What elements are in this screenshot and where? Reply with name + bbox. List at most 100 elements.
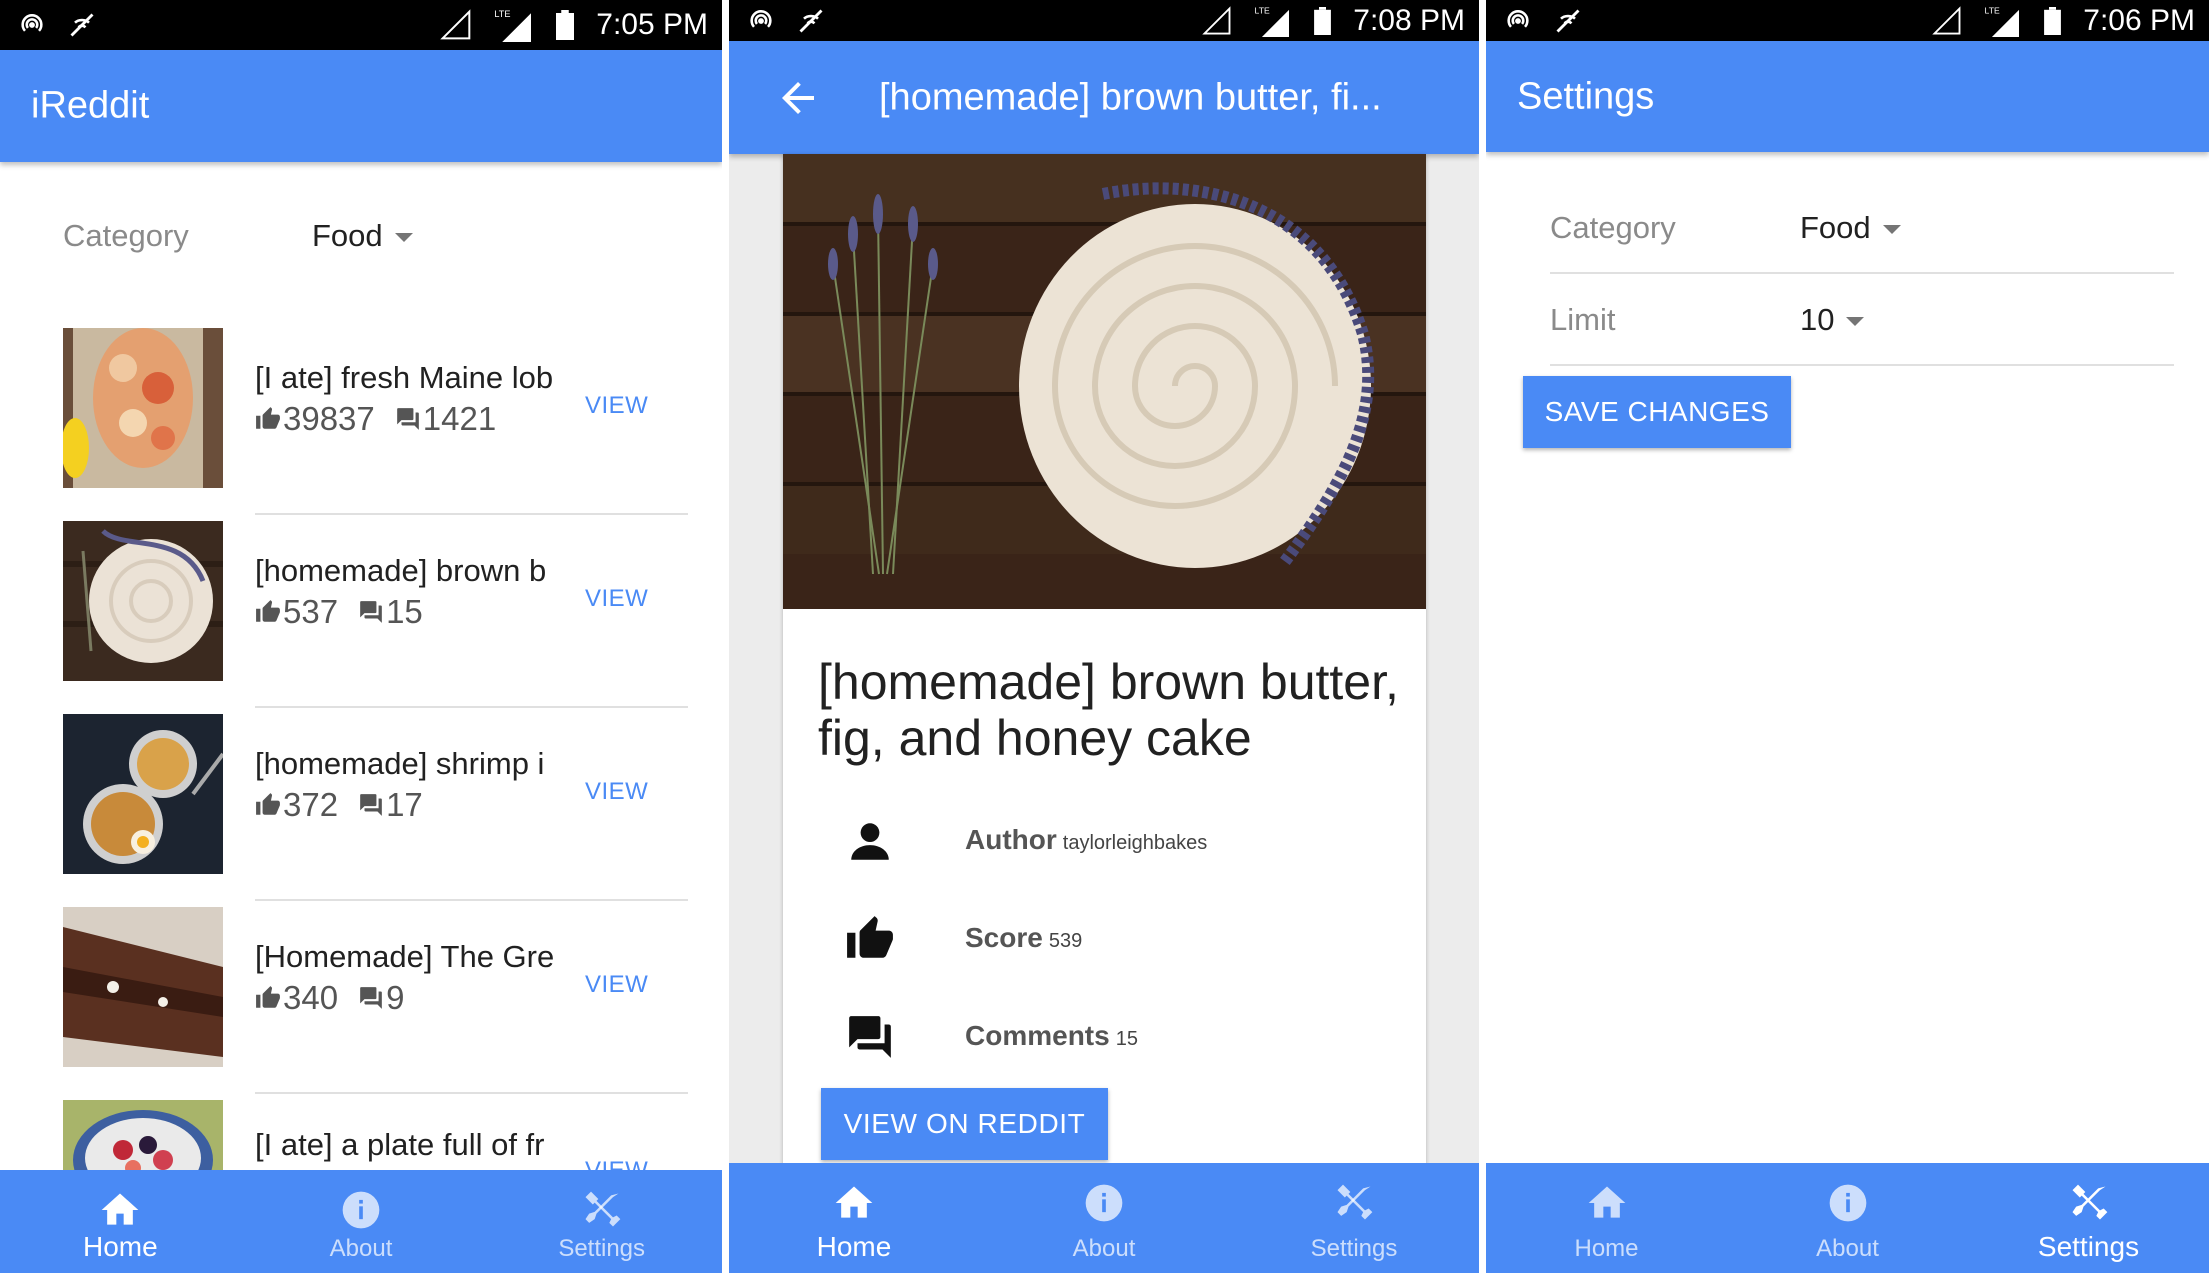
svg-text:LTE: LTE xyxy=(1255,5,1270,15)
status-time: 7:05 PM xyxy=(596,8,708,41)
post-thumbnail xyxy=(63,907,223,1067)
nav-about[interactable]: About xyxy=(1727,1163,1968,1273)
post-score: 537 xyxy=(283,593,339,630)
battery-icon xyxy=(556,10,575,40)
status-bar: LTE 7:06 PM xyxy=(1486,0,2209,41)
nav-home[interactable]: Home xyxy=(1486,1163,1727,1273)
list-item[interactable]: [Homemade] The Gre 340 9 VIEW xyxy=(0,901,722,1094)
home-icon xyxy=(101,1193,139,1225)
post-stats: 537 15 xyxy=(255,593,423,631)
home-icon xyxy=(835,1186,873,1218)
bottom-navigation: Home About Settings xyxy=(0,1170,722,1273)
limit-value: 10 xyxy=(1800,302,1835,337)
status-bar: LTE 7:08 PM xyxy=(729,0,1479,41)
nav-home-label: Home xyxy=(82,1231,158,1262)
lte-signal-icon: LTE xyxy=(495,9,532,42)
info-icon xyxy=(342,1191,380,1229)
list-item[interactable]: [homemade] shrimp i 372 17 VIEW xyxy=(0,708,722,901)
app-title: iReddit xyxy=(31,84,150,127)
view-button[interactable]: VIEW xyxy=(585,585,648,613)
bottom-navigation: Home About Settings xyxy=(1486,1163,2209,1273)
tools-icon xyxy=(1337,1184,1373,1220)
post-title: [homemade] brown butter, fig, and honey … xyxy=(818,654,1399,766)
post-title: [I ate] a plate full of fr xyxy=(255,1127,545,1162)
post-comments: 17 xyxy=(386,786,423,823)
signal-empty-icon xyxy=(1932,5,1961,34)
detail-screen: LTE 7:08 PM [homemade] brown butter, fi.… xyxy=(729,0,1479,1273)
post-title: [homemade] brown b xyxy=(255,553,547,588)
home-screen: LTE 7:05 PM iReddit Category Food [I ate… xyxy=(0,0,722,1273)
post-stats: 340 9 xyxy=(255,979,404,1017)
nav-about[interactable]: About xyxy=(979,1163,1229,1273)
signal-empty-icon xyxy=(1202,5,1231,34)
lte-signal-icon: LTE xyxy=(1985,5,2020,37)
post-list: [I ate] fresh Maine lob 39837 1421 VIEW … xyxy=(0,322,722,1273)
view-button[interactable]: VIEW xyxy=(585,778,648,806)
category-label: Category xyxy=(1550,210,1676,245)
nav-home[interactable]: Home xyxy=(729,1163,979,1273)
list-item[interactable]: [homemade] brown b 537 15 VIEW xyxy=(0,515,722,708)
post-comments: 15 xyxy=(386,593,423,630)
nav-settings[interactable]: Settings xyxy=(1229,1163,1479,1273)
thumbs-up-icon xyxy=(847,916,893,958)
bottom-navigation: Home About Settings xyxy=(729,1163,1479,1273)
list-item[interactable]: [I ate] fresh Maine lob 39837 1421 VIEW xyxy=(0,322,722,515)
back-arrow-icon[interactable] xyxy=(774,74,822,122)
view-button[interactable]: VIEW xyxy=(585,971,648,999)
limit-label: Limit xyxy=(1550,302,1616,337)
settings-screen: LTE 7:06 PM Settings Category Food Limit… xyxy=(1486,0,2209,1273)
nav-home[interactable]: Home xyxy=(0,1170,241,1273)
signal-empty-icon xyxy=(440,9,471,40)
category-row: Category Food xyxy=(63,210,692,260)
limit-dropdown[interactable]: 10 xyxy=(1800,302,1865,338)
save-changes-button[interactable]: SAVE CHANGES xyxy=(1523,376,1791,448)
score-row: Score 539 xyxy=(783,906,1426,966)
dropdown-arrow-icon xyxy=(394,233,413,243)
hotspot-icon xyxy=(750,9,772,28)
nav-about-label: About xyxy=(1072,1235,1136,1262)
thumbs-up-icon xyxy=(256,793,280,815)
nav-settings[interactable]: Settings xyxy=(481,1170,722,1273)
post-thumbnail xyxy=(63,714,223,874)
app-bar: iReddit xyxy=(0,50,722,162)
nav-settings-label: Settings xyxy=(558,1235,646,1262)
no-signal-icon xyxy=(70,13,94,37)
comments-label: Comments xyxy=(965,1020,1110,1051)
svg-text:LTE: LTE xyxy=(495,9,511,19)
app-bar: [homemade] brown butter, fi... xyxy=(729,41,1479,154)
no-signal-icon xyxy=(1556,9,1580,32)
category-dropdown[interactable]: Food xyxy=(1800,210,1901,246)
nav-settings[interactable]: Settings xyxy=(1968,1163,2209,1273)
score-value: 539 xyxy=(1048,930,1083,952)
nav-home-label: Home xyxy=(1574,1235,1639,1262)
tools-icon xyxy=(2072,1184,2107,1220)
view-button[interactable]: VIEW xyxy=(585,392,648,420)
view-on-reddit-button[interactable]: VIEW ON REDDIT xyxy=(821,1088,1108,1160)
post-stats: 39837 1421 xyxy=(255,400,496,438)
post-comments: 9 xyxy=(386,979,405,1016)
category-value: Food xyxy=(1800,210,1871,245)
battery-icon xyxy=(1314,6,1332,35)
category-value: Food xyxy=(312,218,383,253)
score-label: Score xyxy=(965,922,1043,953)
category-dropdown[interactable]: Food xyxy=(312,218,413,254)
info-icon xyxy=(1085,1184,1123,1222)
no-signal-icon xyxy=(799,9,823,32)
post-title: [homemade] shrimp i xyxy=(255,746,545,781)
author-row: Author taylorleighbakes xyxy=(783,808,1426,868)
nav-settings-label: Settings xyxy=(1310,1235,1398,1262)
comments-icon xyxy=(360,794,382,816)
status-time: 7:06 PM xyxy=(2083,3,2195,37)
post-score: 340 xyxy=(283,979,339,1016)
status-time: 7:08 PM xyxy=(1353,3,1465,37)
nav-home-label: Home xyxy=(816,1231,892,1262)
lte-signal-icon: LTE xyxy=(1255,5,1290,37)
home-icon xyxy=(1588,1186,1625,1218)
post-title: [Homemade] The Gre xyxy=(255,939,555,974)
page-title: Settings xyxy=(1517,75,1655,117)
nav-settings-label: Settings xyxy=(2037,1231,2140,1262)
post-comments: 1421 xyxy=(422,400,497,437)
person-icon xyxy=(851,823,889,860)
category-row: Category Food xyxy=(1550,186,2174,274)
nav-about[interactable]: About xyxy=(241,1170,482,1273)
